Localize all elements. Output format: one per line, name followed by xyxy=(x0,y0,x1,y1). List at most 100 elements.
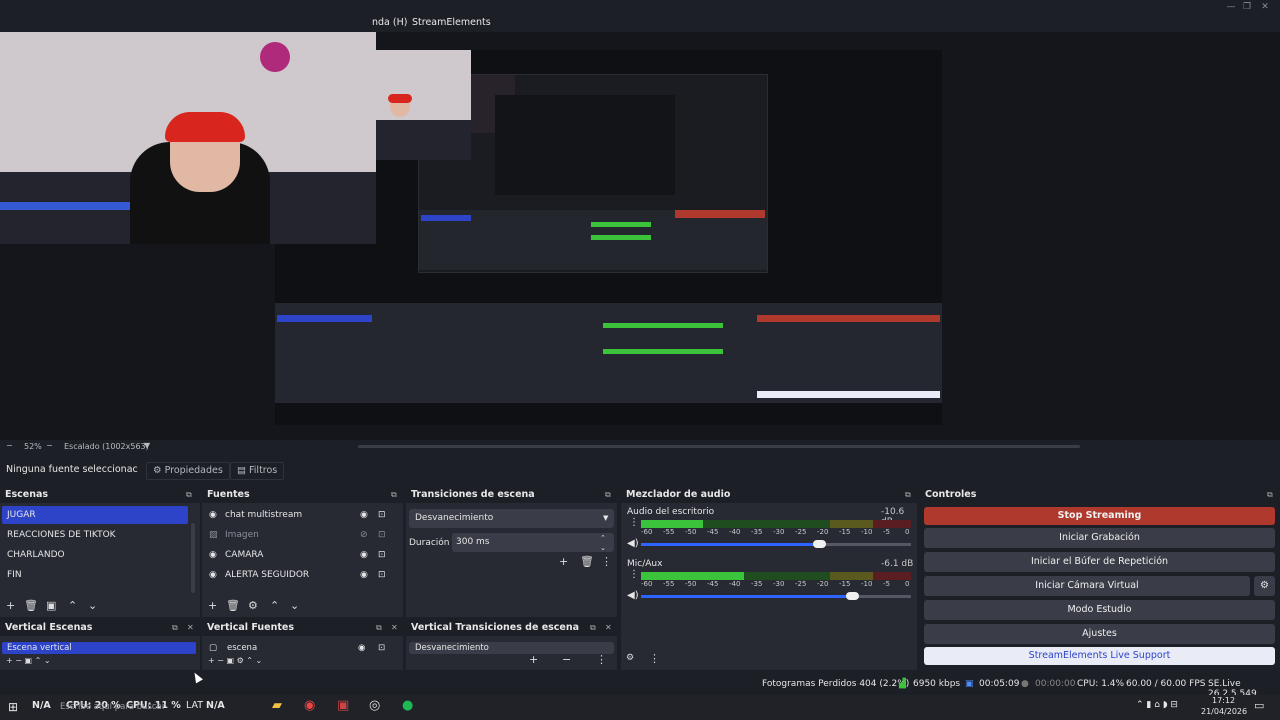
volume-slider-handle[interactable] xyxy=(845,592,859,600)
more-icon[interactable]: ⋮ xyxy=(601,555,612,568)
folder-icon[interactable]: ▰ xyxy=(272,698,282,713)
move-up-icon[interactable]: ⌃ xyxy=(270,599,279,612)
add-vertical-transition-button[interactable]: + xyxy=(529,653,538,666)
trash-icon[interactable]: 🗑 xyxy=(580,555,594,568)
stop-streaming-button[interactable]: Stop Streaming xyxy=(924,507,1275,525)
undock-icon[interactable]: ⧉ xyxy=(186,487,192,503)
move-down-icon[interactable]: ⌄ xyxy=(290,599,299,612)
properties-button[interactable]: ⚙ Propiedades xyxy=(146,462,230,480)
undock-icon[interactable]: ⧉ xyxy=(1267,487,1273,503)
replay-buffer-button[interactable]: Iniciar el Búfer de Repetición xyxy=(924,552,1275,572)
preview-area[interactable] xyxy=(0,32,1280,440)
add-vertical-scene-button[interactable]: + − ▣ ⌃ ⌄ xyxy=(6,656,51,665)
virtual-camera-button[interactable]: Iniciar Cámara Virtual xyxy=(924,576,1250,596)
volume-slider-handle[interactable] xyxy=(813,540,827,548)
move-up-icon[interactable]: ⌃ xyxy=(68,599,77,612)
trash-icon[interactable]: 🗑 xyxy=(226,599,240,612)
taskbar-search-input[interactable]: Escribe aquí para buscar xyxy=(60,702,165,712)
channel-menu-icon[interactable]: ⋮ xyxy=(629,517,639,528)
lat-label: LAT xyxy=(186,700,204,711)
move-down-icon[interactable]: ⌄ xyxy=(88,599,97,612)
obs-icon[interactable]: ◎ xyxy=(369,698,380,713)
menu-streamelements[interactable]: StreamElements xyxy=(412,17,491,28)
notification-icon[interactable]: ▭ xyxy=(1254,699,1264,712)
close-icon[interactable]: ✕ xyxy=(605,620,612,636)
lock-icon[interactable]: ⊡ xyxy=(378,642,385,654)
source-item[interactable]: ◉ ALERTA SEGUIDOR ◉ ⊡ xyxy=(204,566,410,584)
scene-item[interactable]: REACCIONES DE TIKTOK xyxy=(2,526,188,544)
undock-icon[interactable]: ⧉ xyxy=(391,487,397,503)
channel-menu-icon[interactable]: ⋮ xyxy=(629,569,639,580)
undock-icon[interactable]: ⧉ xyxy=(376,620,382,636)
spotify-icon[interactable]: ● xyxy=(402,698,413,713)
undock-icon[interactable]: ⧉ xyxy=(605,487,611,503)
remove-vertical-transition-button[interactable]: − xyxy=(562,653,571,666)
mixer-gear-icon[interactable]: ⚙ xyxy=(626,653,634,663)
vertical-source-label: escena xyxy=(227,643,258,653)
meter-scale-tick: -40 xyxy=(729,580,741,588)
tray-icons[interactable]: ⌃ ▮ ⌂ ◗ ⊟ xyxy=(1136,700,1178,710)
menu-help[interactable]: nda (H) xyxy=(372,17,407,28)
more-icon[interactable]: ⋮ xyxy=(596,653,607,666)
source-item[interactable]: ◉ CAMARA ◉ ⊡ xyxy=(204,546,410,564)
source-item[interactable]: ◉ chat multistream ◉ ⊡ xyxy=(204,506,410,524)
close-icon[interactable]: ✕ xyxy=(391,620,398,636)
eye-icon[interactable]: ◉ xyxy=(358,642,365,654)
speaker-icon[interactable]: ◀) xyxy=(627,538,639,549)
source-label: chat multistream xyxy=(225,510,303,520)
minimize-icon[interactable]: — xyxy=(1224,2,1238,14)
preview-hscrollbar[interactable] xyxy=(358,445,1080,448)
lock-icon[interactable]: ⊡ xyxy=(378,566,386,584)
undock-icon[interactable]: ⧉ xyxy=(590,620,596,636)
app-icon[interactable]: ▣ xyxy=(337,698,349,713)
scenes-scrollbar[interactable] xyxy=(191,523,195,593)
meter-scale-tick: -45 xyxy=(707,528,719,536)
add-scene-button[interactable]: + xyxy=(6,599,15,612)
undock-icon[interactable]: ⧉ xyxy=(172,620,178,636)
scene-item[interactable]: FIN xyxy=(2,566,188,584)
windows-start-icon[interactable]: ⊞ xyxy=(8,700,18,714)
eye-hidden-icon[interactable]: ⊘ xyxy=(360,526,368,544)
filter-scene-icon[interactable]: ▣ xyxy=(46,599,56,612)
zoom-in-button[interactable]: − xyxy=(46,441,53,450)
add-transition-button[interactable]: + xyxy=(559,555,568,568)
scene-item[interactable]: JUGAR xyxy=(2,506,188,524)
chrome-icon[interactable]: ◉ xyxy=(304,698,315,713)
close-icon[interactable]: ✕ xyxy=(187,620,194,636)
zoom-out-button[interactable]: − xyxy=(6,441,13,450)
settings-button[interactable]: Ajustes xyxy=(924,624,1275,644)
vertical-scene-item[interactable]: Escena vertical xyxy=(2,642,196,654)
maximize-icon[interactable]: ❐ xyxy=(1240,2,1254,14)
lock-icon[interactable]: ⊡ xyxy=(378,546,386,564)
streamelements-support-button[interactable]: StreamElements Live Support xyxy=(924,647,1275,665)
meter-scale-tick: -50 xyxy=(685,580,697,588)
scaling-select[interactable]: Escalado (1002x563) xyxy=(64,442,149,451)
close-icon[interactable]: ✕ xyxy=(1258,2,1272,14)
gear-icon: ⚙ xyxy=(153,465,162,476)
gear-icon[interactable]: ⚙ xyxy=(248,599,258,612)
filters-button[interactable]: ▤ Filtros xyxy=(230,462,285,480)
vertical-transition-select[interactable]: Desvanecimiento xyxy=(409,642,614,654)
more-icon[interactable]: ⋮ xyxy=(649,652,660,665)
vertical-source-tools[interactable]: + − ▣ ⚙ ⌃ ⌄ xyxy=(208,656,262,665)
studio-mode-button[interactable]: Modo Estudio xyxy=(924,600,1275,620)
eye-icon[interactable]: ◉ xyxy=(360,546,368,564)
undock-icon[interactable]: ⧉ xyxy=(905,487,911,503)
speaker-icon[interactable]: ◀) xyxy=(627,590,639,601)
trash-icon[interactable]: 🗑 xyxy=(24,599,38,612)
add-source-button[interactable]: + xyxy=(208,599,217,612)
eye-icon[interactable]: ◉ xyxy=(360,506,368,524)
source-item[interactable]: ▨ Imagen ⊘ ⊡ xyxy=(204,526,410,544)
lock-icon[interactable]: ⊡ xyxy=(378,506,386,524)
eye-icon[interactable]: ◉ xyxy=(360,566,368,584)
transition-select[interactable]: Desvanecimiento ▼ xyxy=(409,509,614,528)
vertical-source-item[interactable]: ▢ escena ◉ ⊡ xyxy=(204,642,412,654)
chevron-down-icon[interactable]: ▼ xyxy=(144,441,150,450)
dropped-frames: Fotogramas Perdidos 404 (2.2%) xyxy=(762,679,910,689)
start-recording-button[interactable]: Iniciar Grabación xyxy=(924,528,1275,548)
lock-icon[interactable]: ⊡ xyxy=(378,526,386,544)
duration-input[interactable]: 300 ms ⌃ ⌄ xyxy=(452,533,614,552)
scene-item[interactable]: CHARLANDO xyxy=(2,546,188,564)
gear-icon[interactable]: ⚙ xyxy=(1254,576,1275,596)
vertical-scenes-title-text: Vertical Escenas xyxy=(5,622,93,633)
